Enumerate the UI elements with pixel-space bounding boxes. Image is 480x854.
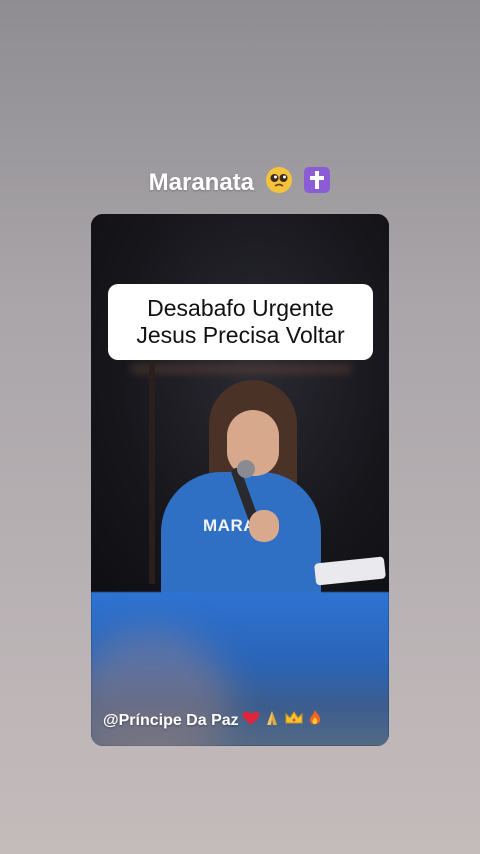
fire-icon <box>307 709 323 732</box>
praying-hands-icon <box>263 709 281 732</box>
microphone-head <box>237 460 255 478</box>
video-card[interactable]: MARAN Desabafo Urgente Jesus Precisa Vol… <box>91 214 389 746</box>
pleading-face-icon <box>265 166 293 201</box>
video-frame: MARAN <box>91 214 389 602</box>
crown-icon <box>284 710 304 731</box>
caption-text: Maranata <box>148 168 255 196</box>
overlay-title-line-1: Desabafo Urgente <box>147 295 334 321</box>
stage-light <box>131 364 351 374</box>
speaker-hand <box>249 510 279 542</box>
handle-text: @Príncipe Da Paz <box>103 711 239 729</box>
video-title-overlay: Desabafo Urgente Jesus Precisa Voltar <box>108 284 373 360</box>
latin-cross-icon <box>303 166 331 201</box>
stage-post <box>149 364 155 584</box>
channel-handle[interactable]: @Príncipe Da Paz <box>103 709 323 732</box>
overlay-title-line-2: Jesus Precisa Voltar <box>136 322 345 348</box>
top-caption: Maranata <box>0 166 480 201</box>
heart-icon <box>242 710 260 731</box>
music-stand <box>314 556 386 586</box>
